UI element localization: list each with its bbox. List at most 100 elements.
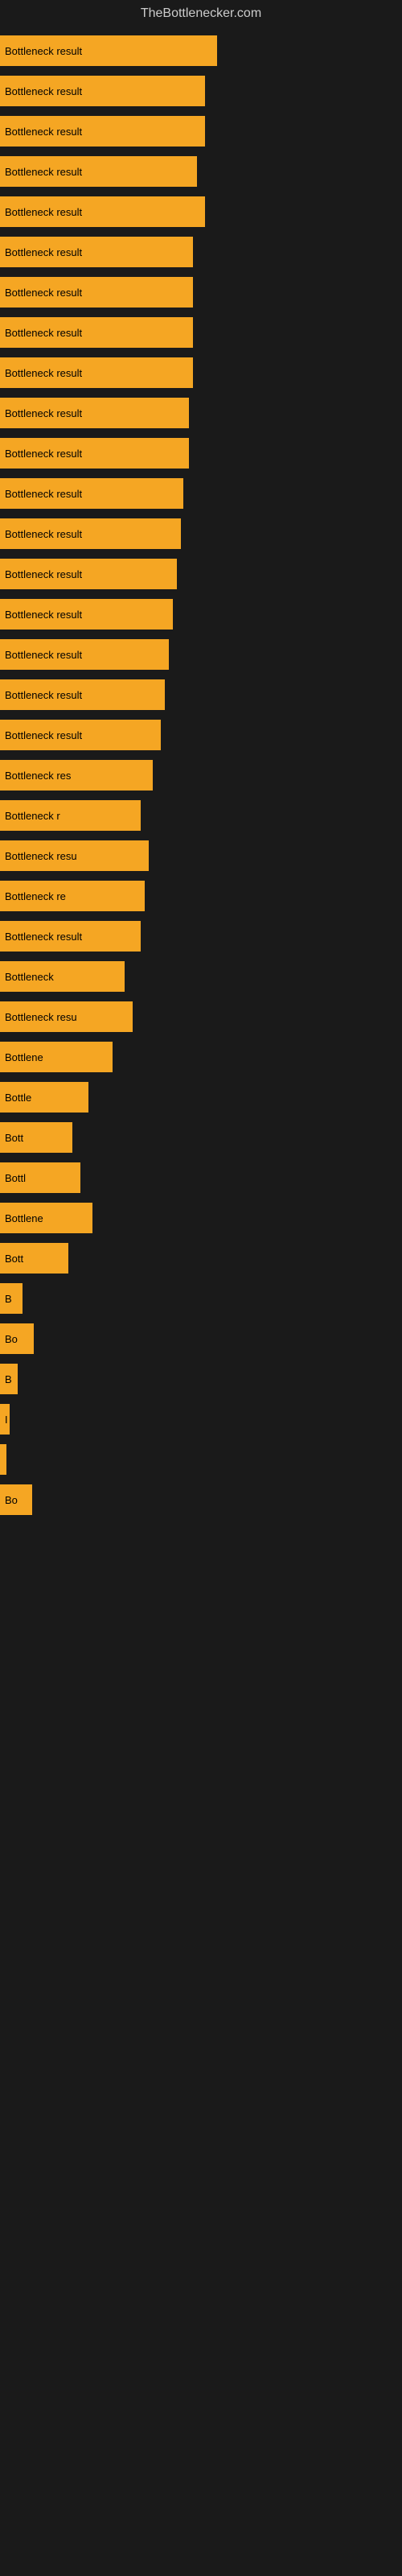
bar-row: Bottleneck re [0,881,402,911]
bar-label: Bottleneck result [5,689,82,701]
bar-row: Bottleneck result [0,679,402,710]
bar-row: B [0,1364,402,1394]
bar-label: Bottleneck resu [5,850,77,862]
bar-item: Bottleneck result [0,398,189,428]
bar-label: Bottleneck [5,971,54,983]
bar-label: Bottl [5,1172,26,1184]
bar-row: Bo [0,1323,402,1354]
bar-item: Bottleneck result [0,237,193,267]
bar-item: Bottleneck result [0,478,183,509]
bar-row: Bottleneck result [0,76,402,106]
bar-label: B [5,1293,12,1305]
bar-item: Bottleneck result [0,599,173,630]
bar-label: Bo [5,1333,18,1345]
bar-item: Bottle [0,1082,88,1113]
bar-label: Bottleneck result [5,367,82,379]
bar-row: Bottleneck result [0,720,402,750]
bar-item: Bottleneck result [0,518,181,549]
bar-label: Bo [5,1494,18,1506]
bar-item: Bottl [0,1162,80,1193]
bar-label: Bottleneck result [5,85,82,97]
bar-label: Bottleneck result [5,528,82,540]
bar-row: Bottleneck resu [0,1001,402,1032]
bar-label: Bottle [5,1092,31,1104]
bar-item: Bottleneck result [0,196,205,227]
bar-label: Bottlene [5,1212,43,1224]
bar-row: Bottleneck result [0,237,402,267]
bar-row [0,1444,402,1475]
bar-row: Bottleneck result [0,639,402,670]
bar-label: Bott [5,1253,23,1265]
bar-row: B [0,1283,402,1314]
bar-item: Bottleneck result [0,438,189,469]
bar-label: B [5,1373,12,1385]
bar-item: Bott [0,1122,72,1153]
bar-row: Bottleneck result [0,277,402,308]
bar-row: Bott [0,1122,402,1153]
bar-label: Bottleneck result [5,327,82,339]
bar-label: Bottleneck result [5,126,82,138]
bar-row: Bottleneck result [0,317,402,348]
bar-label: Bottleneck result [5,729,82,741]
bar-label: Bottleneck result [5,649,82,661]
bar-row: Bottleneck result [0,116,402,147]
bar-label: I [5,1414,8,1426]
bar-row: Bott [0,1243,402,1274]
bar-row: Bottlene [0,1042,402,1072]
bar-item: Bottlene [0,1042,113,1072]
bar-row: Bottleneck result [0,599,402,630]
bar-label: Bottleneck result [5,488,82,500]
bar-row: Bottl [0,1162,402,1193]
bar-row: Bottleneck result [0,518,402,549]
bar-item: Bottleneck result [0,559,177,589]
bar-row: Bottleneck result [0,398,402,428]
bar-item: B [0,1283,23,1314]
bar-row: Bottleneck result [0,357,402,388]
bar-label: Bottleneck r [5,810,60,822]
bar-item: Bottleneck result [0,76,205,106]
bar-item: Bottleneck result [0,720,161,750]
bar-row: Bottleneck r [0,800,402,831]
bar-item: Bottleneck [0,961,125,992]
bars-container: Bottleneck result Bottleneck result Bottle… [0,27,402,1533]
bar-item: Bottleneck result [0,679,165,710]
bar-row: Bottlene [0,1203,402,1233]
bar-label: Bottleneck result [5,448,82,460]
bar-row: Bottle [0,1082,402,1113]
bar-row: Bottleneck [0,961,402,992]
bar-row: Bottleneck result [0,438,402,469]
bar-item: Bo [0,1484,32,1515]
bar-label: Bottleneck result [5,166,82,178]
bar-item: Bott [0,1243,68,1274]
bar-item: Bottleneck resu [0,1001,133,1032]
bar-item: Bottleneck result [0,156,197,187]
site-title: TheBottlenecker.com [0,0,402,27]
bar-item: Bottleneck result [0,921,141,952]
bar-label: Bottleneck re [5,890,66,902]
bar-row: Bottleneck result [0,196,402,227]
bar-item: Bottleneck result [0,116,205,147]
bar-item: Bottleneck result [0,277,193,308]
bar-label: Bottleneck res [5,770,71,782]
bar-item: Bottleneck r [0,800,141,831]
bar-label: Bottleneck result [5,568,82,580]
bar-item: Bottleneck result [0,639,169,670]
bar-item: Bottleneck result [0,317,193,348]
bar-item: B [0,1364,18,1394]
bar-label: Bottleneck result [5,45,82,57]
bar-row: Bottleneck result [0,156,402,187]
bar-label: Bottleneck result [5,246,82,258]
bar-label: Bottleneck result [5,287,82,299]
bar-label: Bottleneck result [5,206,82,218]
bar-item: Bottleneck result [0,35,217,66]
bar-item: I [0,1404,10,1435]
bar-row: Bottleneck result [0,478,402,509]
bar-row: Bottleneck res [0,760,402,791]
bar-item: Bo [0,1323,34,1354]
bar-row: Bottleneck result [0,35,402,66]
bar-row: Bottleneck result [0,559,402,589]
bar-label: Bott [5,1132,23,1144]
bar-label: Bottleneck resu [5,1011,77,1023]
bar-row: Bottleneck result [0,921,402,952]
bar-item: Bottleneck result [0,357,193,388]
